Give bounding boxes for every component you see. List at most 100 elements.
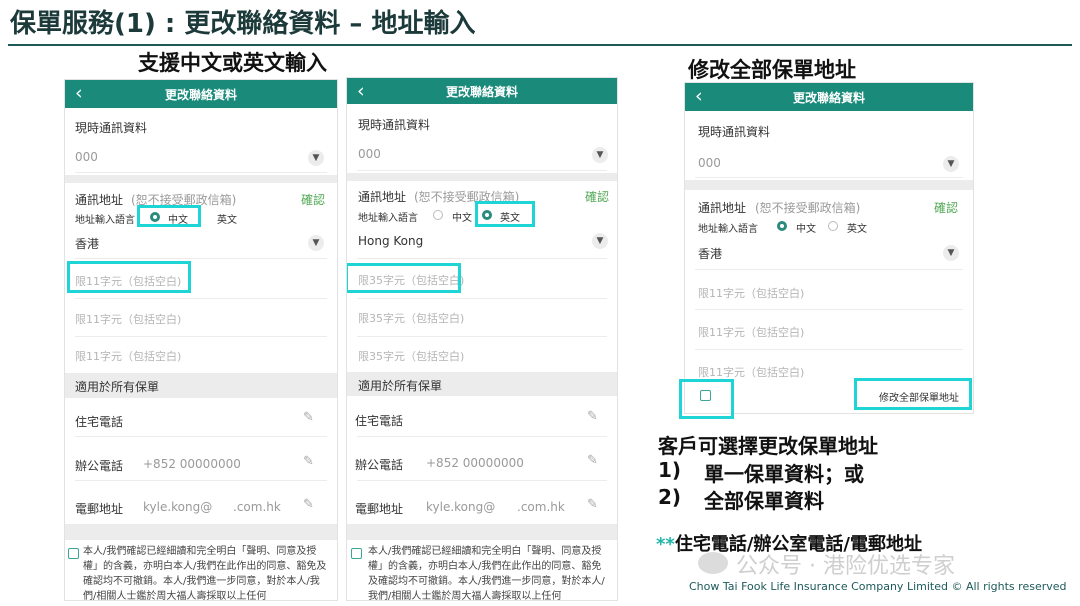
divider	[75, 172, 327, 173]
confirm-button[interactable]: 確認	[301, 191, 325, 208]
email-user: kyle.kong@	[143, 500, 213, 514]
divider	[75, 258, 327, 259]
language-label: 地址輸入語言	[698, 224, 758, 235]
email-domain: .com.hk	[233, 500, 281, 514]
divider	[695, 309, 963, 310]
section-band	[685, 180, 973, 190]
divider	[357, 336, 607, 337]
applies-all-label: 適用於所有保單	[358, 379, 443, 393]
app-header: ‹ 更改聯絡資料	[347, 78, 617, 104]
home-phone-label: 住宅電話	[355, 414, 404, 428]
current-info-label: 現時通訊資料	[75, 121, 148, 135]
region-value: Hong Kong	[358, 234, 424, 248]
section-band	[65, 524, 337, 540]
app-header: ‹ 更改聯絡資料	[65, 80, 337, 108]
region-value: 香港	[698, 247, 723, 261]
current-info-label: 現時通訊資料	[698, 125, 771, 139]
divider	[357, 170, 607, 171]
divider	[75, 336, 327, 337]
address-label: 通訊地址	[698, 201, 747, 215]
divider	[75, 480, 327, 481]
address-line-1-input[interactable]: 限11字元（包括空白)	[698, 285, 804, 301]
divider	[357, 258, 607, 259]
chevron-down-icon[interactable]: ▼	[592, 147, 608, 163]
notes-item-1-text: 單一保單資料；或	[704, 462, 864, 486]
declaration-checkbox[interactable]	[68, 548, 79, 559]
footnote-mark: **	[656, 534, 675, 555]
address-line-2-input[interactable]: 限35字元（包括空白)	[358, 310, 464, 326]
title-divider	[8, 44, 1072, 46]
pencil-icon[interactable]: ✎	[587, 497, 598, 512]
phone-screen-all-policies: ‹ 更改聯絡資料 現時通訊資料 000 ▼ 通訊地址 (恕不接受郵政信箱) 確認…	[685, 83, 973, 413]
email-label: 電郵地址	[355, 502, 404, 516]
radio-chinese-label: 中文	[452, 213, 472, 224]
radio-chinese[interactable]	[777, 221, 787, 231]
copyright-text: Chow Tai Fook Life Insurance Company Lim…	[689, 580, 1067, 593]
radio-english-label: 英文	[847, 224, 867, 235]
pencil-icon[interactable]: ✎	[303, 497, 314, 512]
highlight-chinese-option	[137, 205, 201, 227]
divider	[357, 298, 607, 299]
highlight-char-limit	[67, 261, 191, 293]
radio-chinese[interactable]	[433, 210, 443, 220]
divider	[75, 298, 327, 299]
section-band	[347, 173, 617, 181]
current-info-value: 000	[358, 147, 381, 161]
office-phone-value: +852 00000000	[426, 456, 524, 470]
declaration-text: 本人/我們確認已經細讀和完全明白「聲明、同意及授權」的含義，亦明白本人/我們在此…	[368, 546, 605, 600]
highlight-char-limit	[347, 263, 461, 293]
pencil-icon[interactable]: ✎	[303, 410, 314, 425]
address-line-3-input[interactable]: 限11字元（包括空白)	[698, 364, 804, 380]
email-label: 電郵地址	[75, 502, 124, 516]
divider	[695, 349, 963, 350]
language-label: 地址輸入語言	[75, 215, 135, 226]
chevron-down-icon[interactable]: ▼	[308, 235, 324, 251]
chevron-down-icon[interactable]: ▼	[943, 245, 959, 261]
address-label: 通訊地址	[75, 193, 124, 207]
slide-title: 保單服務(1) : 更改聯絡資料 – 地址輸入	[10, 9, 476, 39]
chevron-down-icon[interactable]: ▼	[308, 150, 324, 166]
address-line-2-input[interactable]: 限11字元（包括空白)	[75, 311, 181, 327]
caption-all-policies: 修改全部保單地址	[688, 58, 856, 82]
notes-item-2-number: 2)	[658, 485, 682, 509]
section-band	[65, 175, 337, 183]
declaration-checkbox[interactable]	[351, 548, 362, 559]
address-label: 通訊地址	[358, 190, 407, 204]
current-info-label: 現時通訊資料	[358, 118, 431, 132]
applies-all-label: 適用於所有保單	[75, 380, 160, 394]
chevron-down-icon[interactable]: ▼	[592, 233, 608, 249]
current-info-value: 000	[698, 156, 721, 170]
confirm-button[interactable]: 確認	[934, 199, 958, 216]
caption-language-support: 支援中文或英文輸入	[138, 51, 327, 75]
current-info-value: 000	[75, 150, 98, 164]
highlight-english-option	[475, 201, 535, 227]
address-line-3-input[interactable]: 限11字元（包括空白)	[75, 348, 181, 364]
chevron-down-icon[interactable]: ▼	[943, 156, 959, 172]
phone-screen-english-input: ‹ 更改聯絡資料 現時通訊資料 000 ▼ 通訊地址 (恕不接受郵政信箱) 確認…	[347, 78, 617, 600]
email-user: kyle.kong@	[426, 500, 496, 514]
confirm-button[interactable]: 確認	[585, 188, 609, 205]
section-band-all-policies: 適用於所有保單	[347, 372, 617, 396]
office-phone-label: 辦公電話	[355, 458, 404, 472]
phone-screen-chinese-input: ‹ 更改聯絡資料 現時通訊資料 000 ▼ 通訊地址 (恕不接受郵政信箱) 確認…	[65, 80, 337, 600]
declaration-text: 本人/我們確認已經細讀和完全明白「聲明、同意及授權」的含義，亦明白本人/我們在此…	[83, 546, 327, 600]
pencil-icon[interactable]: ✎	[587, 453, 598, 468]
section-band	[347, 524, 617, 540]
notes-item-1-number: 1)	[658, 458, 682, 482]
address-line-3-input[interactable]: 限35字元（包括空白)	[358, 348, 464, 364]
radio-english[interactable]	[828, 221, 838, 231]
radio-chinese-label: 中文	[796, 224, 816, 235]
divider	[357, 436, 607, 437]
address-line-2-input[interactable]: 限11字元（包括空白)	[698, 324, 804, 340]
divider	[695, 177, 963, 178]
office-phone-value: +852 00000000	[143, 457, 241, 471]
pencil-icon[interactable]: ✎	[303, 454, 314, 469]
header-title: 更改聯絡資料	[164, 88, 237, 102]
office-phone-label: 辦公電話	[75, 459, 124, 473]
notes-item-2-text: 全部保單資料	[704, 489, 824, 513]
divider	[75, 436, 327, 437]
region-value: 香港	[75, 237, 100, 251]
home-phone-label: 住宅電話	[75, 415, 124, 429]
pencil-icon[interactable]: ✎	[587, 409, 598, 424]
app-header: ‹ 更改聯絡資料	[685, 83, 973, 111]
